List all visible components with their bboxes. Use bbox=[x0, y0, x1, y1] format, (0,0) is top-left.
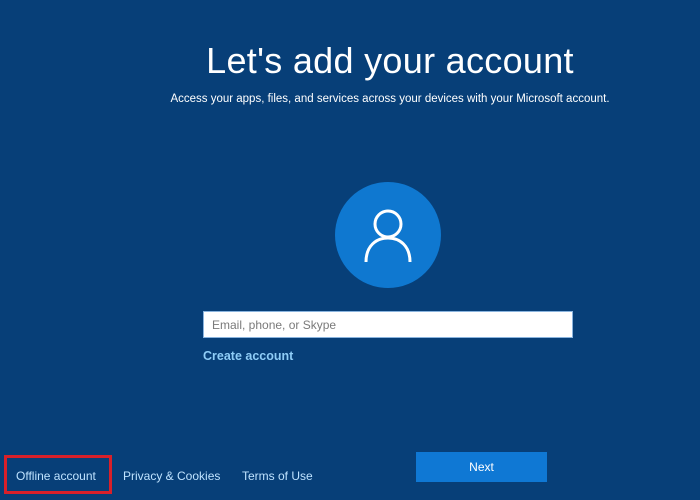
page-subtitle: Access your apps, files, and services ac… bbox=[170, 93, 610, 105]
avatar bbox=[335, 182, 441, 288]
offline-account-link[interactable]: Offline account bbox=[16, 469, 96, 483]
user-icon bbox=[364, 209, 412, 263]
page-title: Let's add your account bbox=[206, 40, 574, 81]
create-account-link[interactable]: Create account bbox=[203, 349, 293, 363]
next-button[interactable]: Next bbox=[416, 452, 547, 482]
privacy-cookies-link[interactable]: Privacy & Cookies bbox=[123, 469, 220, 483]
email-input[interactable] bbox=[203, 311, 573, 338]
terms-of-use-link[interactable]: Terms of Use bbox=[242, 469, 313, 483]
